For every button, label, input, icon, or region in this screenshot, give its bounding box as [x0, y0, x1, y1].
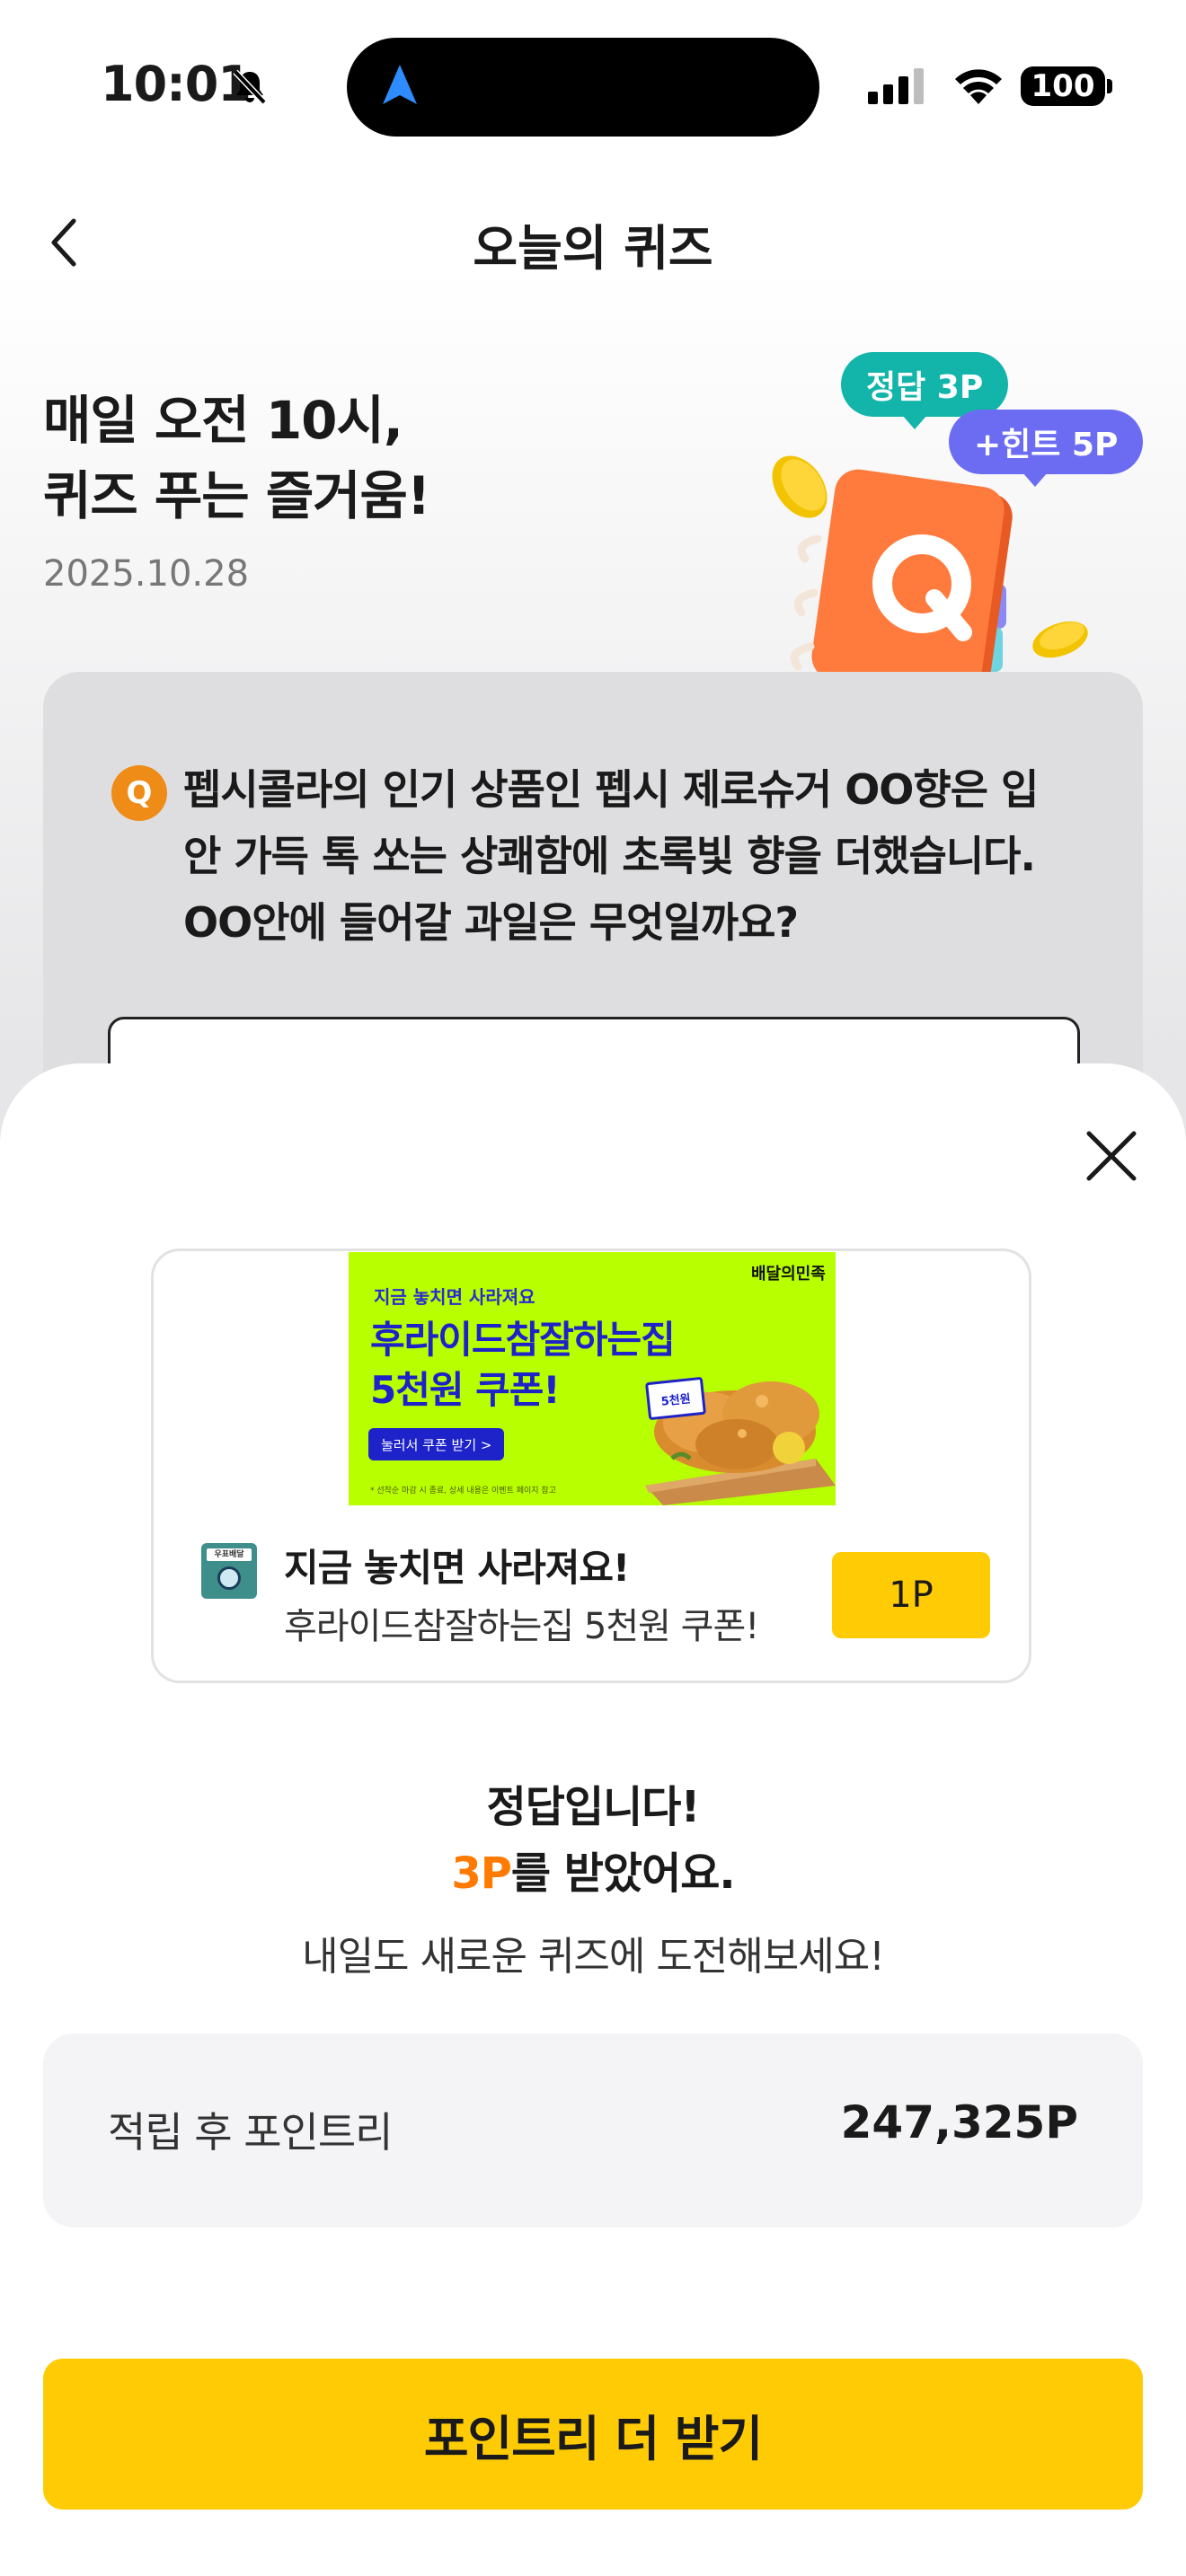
hero-title: 매일 오전 10시, 퀴즈 푸는 즐거움!	[43, 383, 430, 534]
earned-suffix: 를 받았어요.	[510, 1848, 736, 1899]
question-line1: 펩시콜라의 인기 상품인 펩시 제로슈거 OO향은 입	[183, 765, 1039, 814]
ad-banner-brand: 배달의민족	[751, 1265, 826, 1284]
battery-indicator: 100	[1021, 66, 1105, 106]
bell-muted-icon	[230, 66, 270, 110]
wifi-icon	[952, 65, 1005, 110]
status-time: 10:01	[101, 56, 252, 112]
ad-app-icon-label: 우표배달	[207, 1548, 252, 1561]
quiz-question: 펩시콜라의 인기 상품인 펩시 제로슈거 OO향은 입 안 가득 톡 쏘는 상쾌…	[183, 756, 1073, 956]
hint-points-bubble: +힌트 5P	[949, 410, 1144, 474]
result-title: 정답입니다!	[486, 1782, 701, 1832]
question-line3: OO안에 들어갈 과일은 무엇일까요?	[183, 898, 799, 947]
earn-more-points-button[interactable]: 포인트리 더 받기	[43, 2359, 1143, 2510]
ad-subtitle: 후라이드참잘하는집 5천원 쿠폰!	[284, 1606, 759, 1647]
quiz-date: 2025.10.28	[43, 553, 250, 595]
close-icon[interactable]	[1082, 1126, 1141, 1189]
ad-point-button[interactable]: 1P	[832, 1552, 990, 1638]
earned-points: 3P	[451, 1848, 512, 1899]
fried-chicken-icon	[636, 1351, 836, 1505]
result-subtitle: 내일도 새로운 퀴즈에 도전해보세요!	[302, 1934, 885, 1980]
ad-app-icon: 우표배달	[201, 1543, 257, 1599]
ad-title: 지금 놓치면 사라져요!	[284, 1546, 630, 1590]
ad-app-icon-mark	[217, 1566, 241, 1590]
ad-banner-small-text: 지금 놓치면 사라져요	[374, 1286, 535, 1308]
result-earned-line: 3P를 받았어요.	[0, 1838, 1186, 1901]
question-badge-icon: Q	[111, 765, 167, 821]
ad-banner[interactable]: 배달의민족 지금 놓치면 사라져요 후라이드참잘하는집 5천원 쿠폰! 눌러서 …	[349, 1252, 836, 1505]
correct-bubble-tail	[902, 415, 927, 429]
page-title: 오늘의 퀴즈	[473, 220, 713, 277]
ad-banner-line2: 5천원 쿠폰!	[370, 1368, 561, 1412]
correct-points-bubble: 정답 3P	[841, 352, 1009, 417]
ad-banner-headline: 후라이드참잘하는집 5천원 쿠폰!	[370, 1315, 676, 1416]
location-arrow-icon	[379, 63, 420, 111]
battery-nub	[1107, 79, 1112, 93]
question-line2: 안 가득 톡 쏘는 상쾌함에 초록빛 향을 더했습니다.	[183, 832, 1036, 880]
hint-bubble-tail	[1022, 472, 1048, 487]
balance-value: 247,325P	[840, 2096, 1078, 2148]
ad-banner-line1: 후라이드참잘하는집	[370, 1318, 676, 1362]
hero-title-line2: 퀴즈 푸는 즐거움!	[43, 465, 430, 526]
cellular-signal-icon	[868, 68, 931, 108]
ad-banner-button[interactable]: 눌러서 쿠폰 받기 >	[368, 1428, 505, 1460]
hero-title-line1: 매일 오전 10시,	[43, 390, 403, 451]
ad-banner-fineprint: * 선착순 마감 시 종료, 상세 내용은 이벤트 페이지 참고	[370, 1486, 556, 1495]
ad-banner-coupon-tag: 5천원	[644, 1376, 707, 1421]
